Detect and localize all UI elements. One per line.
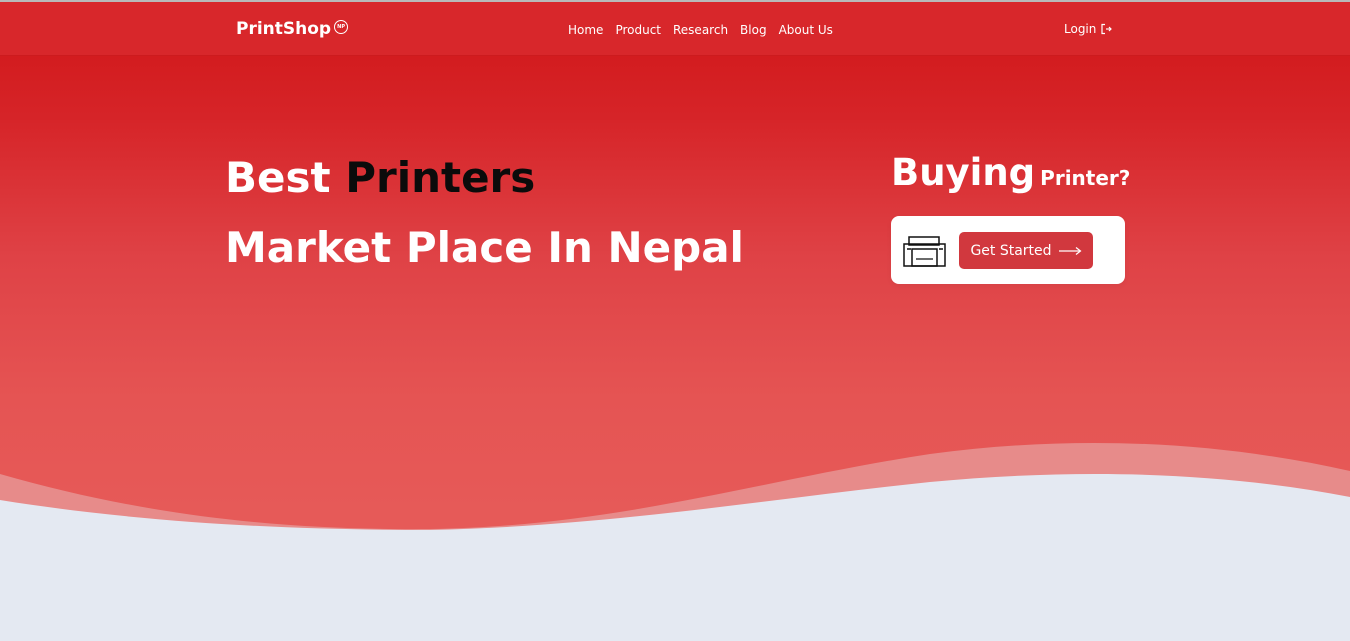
right-arrow-icon — [1058, 246, 1082, 256]
buying-heading-big: Buying — [891, 151, 1036, 194]
navbar: PrintShop NP Home Product Research Blog … — [0, 2, 1350, 55]
hero-headline-printers: Printers — [345, 153, 536, 202]
logout-arrow-icon — [1100, 23, 1113, 35]
get-started-card: Get Started — [891, 216, 1125, 284]
nav-link-about-us[interactable]: About Us — [779, 23, 833, 37]
hero-headline-line1: Best Printers — [225, 150, 535, 206]
page: PrintShop NP Home Product Research Blog … — [0, 0, 1350, 641]
printer-icon — [903, 235, 947, 269]
nav-links: Home Product Research Blog About Us — [568, 22, 833, 38]
buying-printer-heading: Buying Printer? — [891, 150, 1130, 203]
hero-headline-best: Best — [225, 153, 331, 202]
login-link[interactable]: Login — [1064, 22, 1113, 36]
nav-link-home[interactable]: Home — [568, 23, 603, 37]
nav-link-research[interactable]: Research — [673, 23, 728, 37]
brand-name: PrintShop — [236, 19, 332, 39]
buying-heading-small: Printer? — [1040, 166, 1131, 190]
nav-link-product[interactable]: Product — [615, 23, 661, 37]
nav-link-blog[interactable]: Blog — [740, 23, 767, 37]
window-top-border — [0, 0, 1350, 2]
hero-headline-line2: Market Place In Nepal — [225, 223, 744, 272]
login-label: Login — [1064, 22, 1097, 36]
get-started-button[interactable]: Get Started — [959, 232, 1093, 269]
page-content-area — [0, 530, 1350, 641]
get-started-label: Get Started — [970, 242, 1052, 259]
brand-badge: NP — [334, 20, 349, 34]
brand-logo[interactable]: PrintShop NP — [236, 18, 349, 40]
